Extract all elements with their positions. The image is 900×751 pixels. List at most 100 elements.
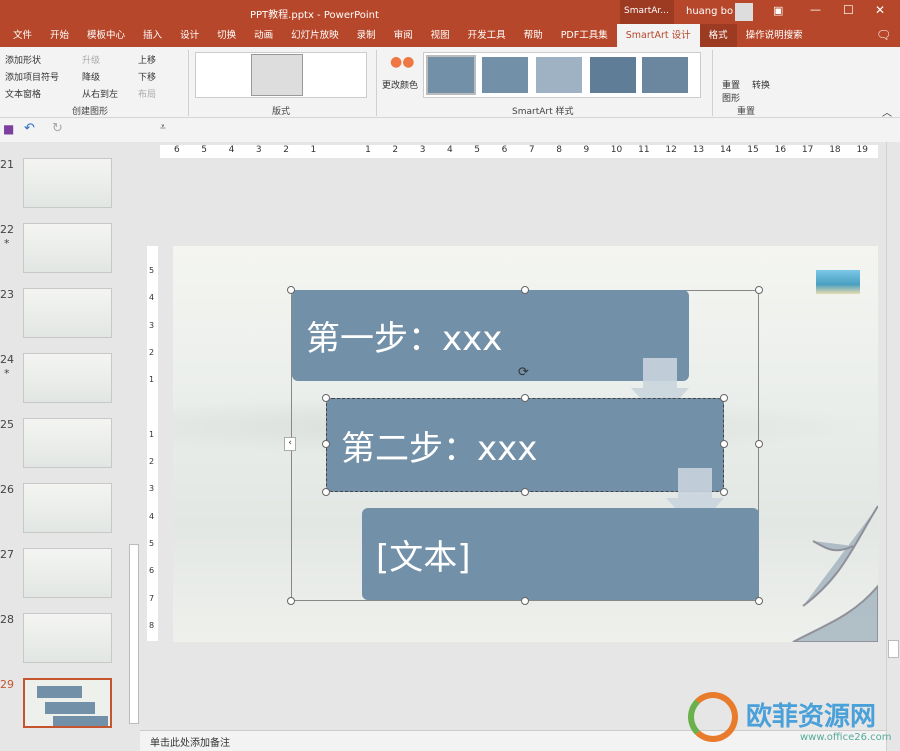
divider	[712, 50, 713, 116]
shape-text[interactable]: 第一步：xxx	[306, 311, 502, 360]
ruler-tick-label: 5	[149, 539, 155, 548]
slide-thumbnail[interactable]	[23, 418, 112, 468]
move-down-button[interactable]: 下移	[138, 70, 156, 83]
smartart-shape-step3[interactable]: [文本]	[362, 508, 759, 600]
resize-handle[interactable]	[521, 394, 529, 402]
tab-slideshow[interactable]: 幻灯片放映	[282, 24, 348, 47]
landscape-image[interactable]	[816, 270, 860, 294]
customize-qat-icon[interactable]: ⩡	[160, 122, 166, 133]
add-bullet-button[interactable]: 添加项目符号	[5, 70, 59, 83]
ruler-tick-label: 16	[774, 145, 787, 155]
slide-number: 25	[0, 418, 14, 431]
resize-handle[interactable]	[521, 286, 529, 294]
tab-file[interactable]: 文件	[4, 24, 41, 47]
tab-record[interactable]: 录制	[348, 24, 385, 47]
style-option[interactable]	[642, 57, 688, 93]
shape-text[interactable]: 第二步：xxx	[341, 421, 537, 470]
add-shape-button[interactable]: 添加形状	[5, 53, 41, 66]
resize-handle[interactable]	[720, 394, 728, 402]
tab-transitions[interactable]: 切换	[208, 24, 245, 47]
slide-thumbnail[interactable]	[23, 548, 112, 598]
save-icon[interactable]: ■	[3, 122, 14, 136]
slide-thumbnail[interactable]	[23, 483, 112, 533]
tab-format[interactable]: 格式	[699, 24, 737, 47]
slide-thumbnail[interactable]	[23, 353, 112, 403]
right-to-left-button[interactable]: 从右到左	[82, 87, 118, 100]
demote-button[interactable]: 降级	[82, 70, 100, 83]
slide-thumbnail[interactable]	[23, 288, 112, 338]
promote-button[interactable]: 升级	[82, 53, 100, 66]
tab-view[interactable]: 视图	[422, 24, 459, 47]
tab-smartart-design[interactable]: SmartArt 设计	[616, 24, 700, 47]
ruler-tick-label: 7	[149, 593, 155, 603]
minimize-button[interactable]: —	[810, 3, 821, 16]
slide-thumbnail[interactable]	[23, 223, 112, 273]
resize-handle[interactable]	[287, 597, 295, 605]
layout-option-selected[interactable]	[251, 54, 303, 96]
tab-design[interactable]: 设计	[171, 24, 208, 47]
thumbnail-scrollbar[interactable]	[128, 142, 140, 751]
smartart-style-gallery[interactable]	[423, 52, 701, 98]
scrollbar-thumb[interactable]	[888, 640, 899, 658]
style-option[interactable]	[590, 57, 636, 93]
tab-animations[interactable]: 动画	[245, 24, 282, 47]
scrollbar-thumb[interactable]	[129, 544, 139, 724]
user-name[interactable]: huang bo	[686, 6, 733, 17]
ruler-tick-label: 4	[447, 145, 453, 155]
undo-icon[interactable]: ↶	[24, 121, 35, 136]
redo-icon[interactable]: ↻	[52, 121, 63, 136]
resize-handle[interactable]	[755, 440, 763, 448]
resize-handle[interactable]	[720, 440, 728, 448]
tab-review[interactable]: 审阅	[385, 24, 422, 47]
divider	[188, 50, 189, 116]
tell-me-search[interactable]: 操作说明搜索	[737, 24, 812, 47]
slide-scrollbar[interactable]	[886, 142, 900, 751]
slide-thumbnail[interactable]	[23, 613, 112, 663]
text-pane-toggle-button[interactable]: ‹	[284, 437, 296, 451]
change-colors-button[interactable]: 更改颜色	[382, 78, 418, 91]
close-button[interactable]: ✕	[875, 3, 885, 17]
resize-handle[interactable]	[287, 286, 295, 294]
create-graphic-group-label: 创建图形	[72, 107, 109, 117]
shape-text[interactable]: [文本]	[376, 530, 471, 579]
horizontal-ruler[interactable]: 6 5 4 3 2 1 1 2 3 4 5 6 7 8 9 10 11 12 13 14 15 16 17 18 19	[160, 145, 878, 158]
slide-thumbnail[interactable]	[23, 678, 112, 728]
tab-help[interactable]: 帮助	[515, 24, 552, 47]
vertical-ruler[interactable]: 5 4 3 2 1 1 2 3 4 5 6 7 8	[147, 246, 158, 641]
resize-handle[interactable]	[755, 597, 763, 605]
resize-handle[interactable]	[322, 488, 330, 496]
title-bar: PPT教程.pptx - PowerPoint SmartAr... huang…	[0, 0, 900, 24]
reset-graphic-button[interactable]: 重置图形	[722, 78, 742, 104]
notes-placeholder[interactable]: 单击此处添加备注	[150, 738, 230, 749]
tab-home[interactable]: 开始	[41, 24, 78, 47]
tab-templates[interactable]: 模板中心	[78, 24, 134, 47]
layout-button[interactable]: 布局	[138, 87, 156, 100]
style-option[interactable]	[536, 57, 582, 93]
text-pane-button[interactable]: 文本窗格	[5, 87, 41, 100]
resize-handle[interactable]	[521, 597, 529, 605]
rotate-handle-icon[interactable]: ⟳	[518, 365, 529, 380]
resize-handle[interactable]	[720, 488, 728, 496]
resize-handle[interactable]	[322, 394, 330, 402]
convert-button[interactable]: 转换	[752, 78, 770, 91]
style-option-selected[interactable]	[426, 55, 476, 95]
comments-icon[interactable]: 🗨	[876, 28, 891, 42]
maximize-button[interactable]: ☐	[843, 3, 854, 17]
layout-gallery[interactable]	[195, 52, 367, 98]
resize-handle[interactable]	[521, 488, 529, 496]
collapse-ribbon-icon[interactable]: ︿	[882, 104, 892, 119]
resize-handle[interactable]	[755, 286, 763, 294]
tab-insert[interactable]: 插入	[134, 24, 171, 47]
move-up-button[interactable]: 上移	[138, 53, 156, 66]
ribbon-display-icon[interactable]: ▣	[773, 4, 783, 17]
smartart-shape-step2-selected[interactable]: 第二步：xxx	[326, 398, 724, 492]
slide-thumbnail[interactable]	[23, 158, 112, 208]
ruler-tick-label: 2	[149, 457, 155, 467]
style-option[interactable]	[482, 57, 528, 93]
avatar[interactable]	[735, 3, 753, 21]
smartart-shape-step1[interactable]: 第一步：xxx	[292, 290, 689, 381]
ruler-tick-label: 6	[174, 145, 180, 155]
tab-developer[interactable]: 开发工具	[459, 24, 515, 47]
tab-pdf[interactable]: PDF工具集	[552, 24, 617, 47]
resize-handle[interactable]	[322, 440, 330, 448]
